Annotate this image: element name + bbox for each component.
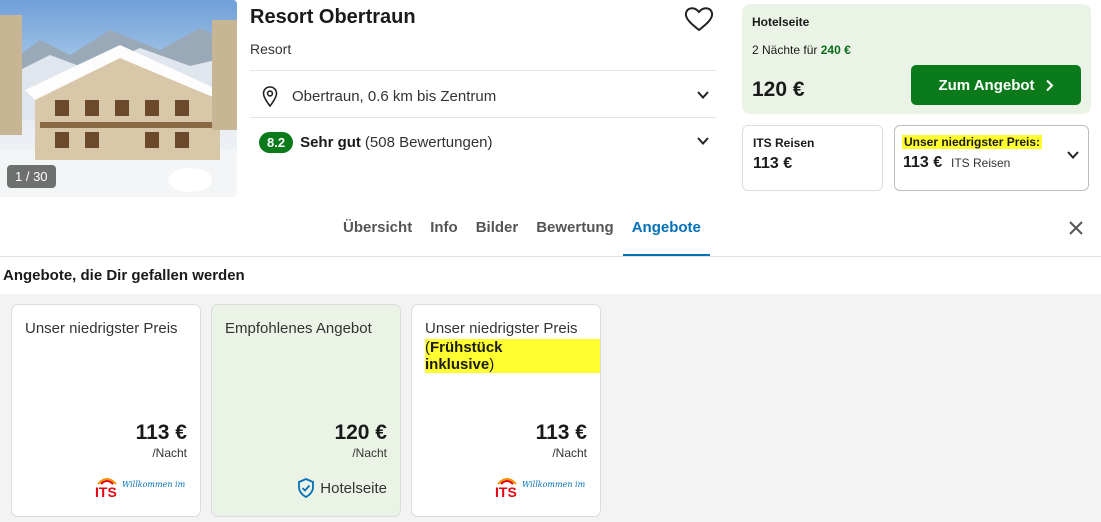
rating-label: Sehr gut [300, 133, 361, 151]
its-logo: ITS Willkommen im Urlaub! [495, 478, 587, 500]
deal-source: Hotelseite [752, 15, 810, 29]
offer-subtitle: (Frühstück inklusive) [425, 339, 600, 373]
lowest-price-value: 113 € [903, 154, 943, 171]
offer-card[interactable]: Unser niedrigster Preis (Frühstück inklu… [411, 304, 601, 517]
svg-text:Willkommen im Urlaub!: Willkommen im Urlaub! [522, 480, 587, 489]
provider-label: Hotelseite [320, 479, 387, 497]
svg-text:ITS: ITS [95, 484, 117, 500]
photo-counter: 1 / 30 [7, 165, 56, 188]
tab-angebote[interactable]: Angebote [622, 205, 710, 256]
chevron-down-icon[interactable] [696, 134, 710, 148]
offers-section-title: Angebote, die Dir gefallen werden [3, 267, 245, 284]
deal-price: 120 € [752, 78, 805, 101]
chevron-down-icon[interactable] [696, 88, 710, 102]
divider [250, 70, 716, 71]
featured-deal: Hotelseite 2 Nächte für 240 € 120 € Zum … [742, 4, 1091, 114]
svg-text:ITS: ITS [495, 484, 517, 500]
shield-check-icon [298, 478, 315, 498]
tab-bilder[interactable]: Bilder [467, 205, 528, 256]
offer-per-night: /Nacht [552, 446, 587, 460]
rating-count: (508 Bewertungen) [364, 133, 493, 151]
offer-heading: Empfohlenes Angebot [225, 320, 372, 337]
tab-info[interactable]: Info [421, 205, 467, 256]
rating-row[interactable]: 8.2 Sehr gut (508 Bewertungen) [259, 130, 714, 154]
lowest-price-label: Unser niedrigster Preis: [902, 135, 1043, 149]
heart-icon[interactable] [684, 6, 714, 32]
offer-per-night: /Nacht [352, 446, 387, 460]
alt-offer-its[interactable]: ITS Reisen 113 € [742, 125, 883, 191]
hotel-type: Resort [250, 41, 292, 57]
offer-card-recommended[interactable]: Empfohlenes Angebot 120 € /Nacht Hotelse… [211, 304, 401, 517]
alt-offer-name: ITS Reisen [753, 136, 815, 150]
its-logo: ITS Willkommen im Urlaub! [95, 478, 187, 500]
divider [0, 256, 1101, 257]
divider [250, 117, 716, 118]
alt-offer-price: 113 € [753, 155, 793, 172]
rating-badge: 8.2 [259, 131, 294, 153]
chevron-down-icon [1067, 151, 1079, 159]
lowest-price-dropdown[interactable]: Unser niedrigster Preis: 113 € ITS Reise… [894, 125, 1089, 191]
hotel-photo[interactable]: 1 / 30 [0, 0, 237, 197]
tab-bar: Übersicht Info Bilder Bewertung Angebote [334, 205, 710, 256]
offer-per-night: /Nacht [152, 446, 187, 460]
offer-heading: Unser niedrigster Preis [25, 320, 178, 337]
hotelseite-provider: Hotelseite [297, 478, 387, 498]
deal-nights: 2 Nächte für 240 € [752, 43, 851, 57]
close-icon[interactable] [1068, 220, 1084, 236]
hotel-title: Resort Obertraun [250, 6, 416, 28]
tab-uebersicht[interactable]: Übersicht [334, 205, 421, 256]
location-text: Obertraun, 0.6 km bis Zentrum [292, 87, 497, 105]
offer-card[interactable]: Unser niedrigster Preis 113 € /Nacht ITS… [11, 304, 201, 517]
svg-text:Willkommen im Urlaub!: Willkommen im Urlaub! [122, 480, 187, 489]
offer-price: 113 € [135, 421, 187, 444]
lowest-price-provider: ITS Reisen [951, 156, 1011, 170]
offer-price: 113 € [535, 421, 587, 444]
zum-angebot-button[interactable]: Zum Angebot [911, 65, 1081, 105]
button-label: Zum Angebot [938, 76, 1035, 94]
location-pin-icon [262, 85, 278, 107]
offer-heading: Unser niedrigster Preis [425, 320, 578, 337]
chevron-right-icon [1045, 79, 1053, 91]
location-row[interactable]: Obertraun, 0.6 km bis Zentrum [262, 84, 714, 108]
tab-bewertung[interactable]: Bewertung [527, 205, 623, 256]
offer-price: 120 € [334, 421, 387, 444]
